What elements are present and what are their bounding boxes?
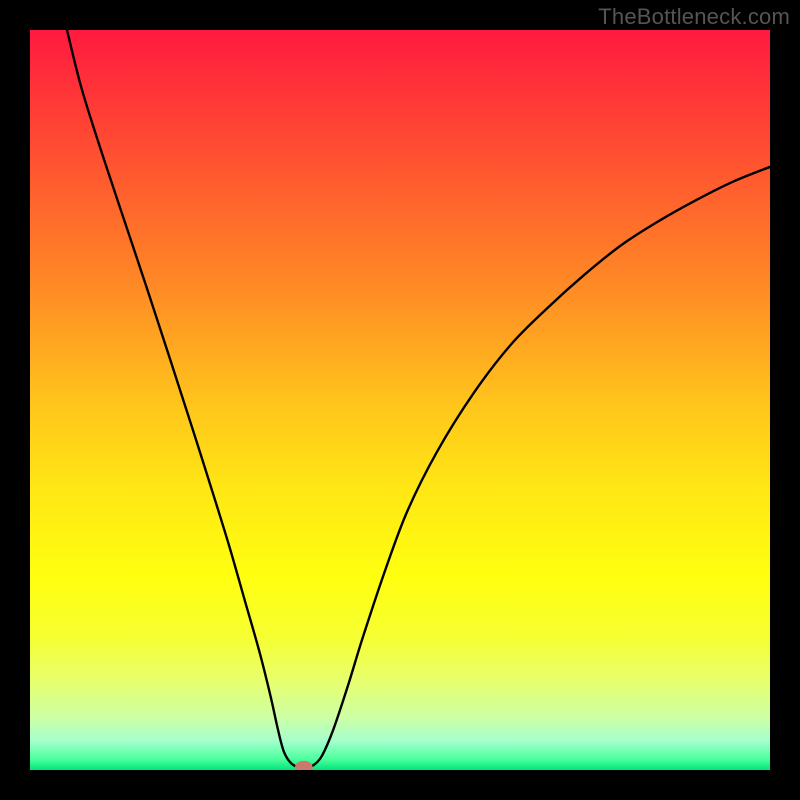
watermark-text: TheBottleneck.com <box>598 4 790 30</box>
gradient-background <box>30 30 770 770</box>
plot-area <box>30 30 770 770</box>
chart-svg <box>30 30 770 770</box>
chart-frame: TheBottleneck.com <box>0 0 800 800</box>
